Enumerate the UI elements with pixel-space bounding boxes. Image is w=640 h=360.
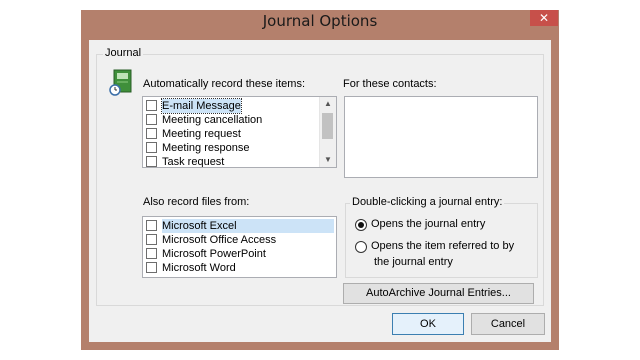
list-item-label: Meeting request bbox=[162, 128, 241, 140]
auto-record-label: Automatically record these items: bbox=[143, 78, 306, 90]
opens-journal-entry-radio[interactable] bbox=[355, 219, 367, 231]
checkbox[interactable] bbox=[146, 114, 157, 125]
opens-referred-item-label[interactable]: Opens the item referred to by bbox=[371, 240, 514, 252]
autoarchive-button-label: AutoArchive Journal Entries... bbox=[366, 287, 511, 299]
scroll-up-icon[interactable]: ▲ bbox=[320, 97, 336, 111]
files-listbox[interactable]: Microsoft Excel Microsoft Office Access … bbox=[142, 216, 337, 278]
list-item-label: Task request bbox=[162, 156, 225, 168]
checkbox[interactable] bbox=[146, 156, 157, 167]
vertical-scrollbar[interactable]: ▲ ▼ bbox=[319, 97, 336, 167]
close-icon: ✕ bbox=[538, 11, 550, 25]
checkbox[interactable] bbox=[146, 220, 157, 231]
checkbox[interactable] bbox=[146, 248, 157, 259]
files-label: Also record files from: bbox=[143, 196, 250, 208]
checkbox[interactable] bbox=[146, 234, 157, 245]
list-item-label: Microsoft Excel bbox=[162, 219, 334, 233]
opens-referred-item-radio[interactable] bbox=[355, 241, 367, 253]
autoarchive-button[interactable]: AutoArchive Journal Entries... bbox=[343, 283, 534, 304]
list-item-label: Meeting response bbox=[162, 142, 250, 154]
list-item-label: E-mail Message bbox=[161, 98, 242, 114]
ok-button[interactable]: OK bbox=[392, 313, 464, 335]
list-item-label: Microsoft PowerPoint bbox=[162, 248, 266, 260]
dialog-client-area: Journal Automatically record these items… bbox=[89, 40, 551, 342]
journal-options-dialog: Journal Options ✕ Journal Automatically … bbox=[81, 10, 559, 350]
cancel-button[interactable]: Cancel bbox=[471, 313, 545, 335]
title-bar[interactable]: Journal Options ✕ bbox=[81, 10, 559, 32]
contacts-label: For these contacts: bbox=[343, 78, 437, 90]
close-button[interactable]: ✕ bbox=[530, 10, 558, 26]
cancel-button-label: Cancel bbox=[490, 318, 526, 330]
list-item[interactable]: E-mail Message bbox=[145, 98, 317, 114]
checkbox[interactable] bbox=[146, 128, 157, 139]
list-item-label: Microsoft Office Access bbox=[162, 234, 277, 246]
checkbox[interactable] bbox=[146, 142, 157, 153]
journal-book-clock-icon bbox=[109, 69, 132, 96]
ok-button-label: OK bbox=[420, 318, 436, 330]
scroll-down-icon[interactable]: ▼ bbox=[320, 153, 336, 167]
list-item-label: Meeting cancellation bbox=[162, 114, 263, 126]
opens-journal-entry-label[interactable]: Opens the journal entry bbox=[371, 218, 485, 230]
contacts-listbox[interactable] bbox=[344, 96, 538, 178]
scroll-thumb[interactable] bbox=[322, 113, 333, 139]
list-item[interactable]: Microsoft Excel bbox=[145, 219, 334, 233]
opens-referred-item-label-line2[interactable]: the journal entry bbox=[374, 256, 453, 268]
dialog-title: Journal Options bbox=[262, 12, 378, 30]
double-click-legend: Double-clicking a journal entry: bbox=[350, 196, 505, 208]
list-item-label: Microsoft Word bbox=[162, 262, 236, 274]
auto-record-listbox[interactable]: E-mail Message Meeting cancellation Meet… bbox=[142, 96, 337, 168]
checkbox[interactable] bbox=[146, 100, 157, 111]
journal-group-label: Journal bbox=[103, 47, 144, 59]
checkbox[interactable] bbox=[146, 262, 157, 273]
